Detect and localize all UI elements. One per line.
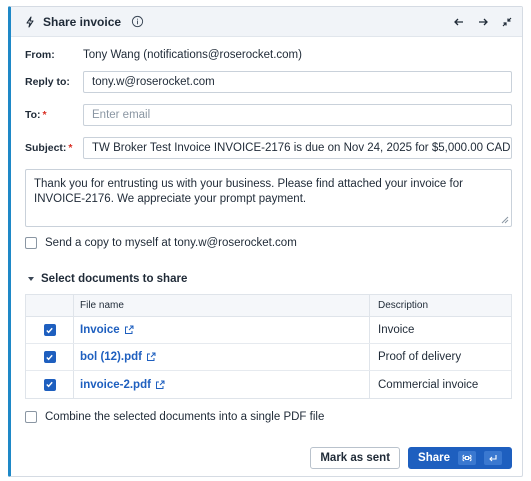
external-link-icon[interactable] <box>155 380 165 390</box>
required-marker: * <box>42 109 47 121</box>
to-row: To: * Enter email <box>25 104 512 126</box>
info-icon[interactable] <box>131 15 145 29</box>
to-email-field[interactable]: Enter email <box>83 104 512 126</box>
subject-row: Subject: * TW Broker Test Invoice INVOICE… <box>25 137 512 159</box>
reply-to-field[interactable]: tony.w@roserocket.com <box>83 71 512 93</box>
table-header: File name Description <box>26 295 511 317</box>
combine-row[interactable]: Combine the selected documents into a si… <box>25 411 324 423</box>
caret-down-icon <box>28 277 34 281</box>
table-row: invoice-2.pdf Commercial invoice <box>26 371 511 398</box>
from-value: Tony Wang (notifications@roserocket.com) <box>83 49 302 61</box>
from-row: From: Tony Wang (notifications@roserocke… <box>25 45 512 65</box>
bolt-icon <box>23 15 37 29</box>
combine-label: Combine the selected documents into a si… <box>45 411 325 423</box>
arrow-left-icon[interactable] <box>450 13 468 31</box>
documents-section-title: Select documents to share <box>41 273 188 285</box>
file-link[interactable]: bol (12).pdf <box>80 351 142 363</box>
documents-table: File name Description Invoice Invoice bo… <box>25 294 512 399</box>
panel-header: Share invoice <box>11 7 522 37</box>
resize-handle-icon[interactable] <box>501 216 509 224</box>
message-text: Thank you for entrusting us with your bu… <box>34 178 463 205</box>
mark-as-sent-button[interactable]: Mark as sent <box>310 447 401 469</box>
share-button-label: Share <box>418 452 450 464</box>
file-link[interactable]: Invoice <box>80 324 120 336</box>
column-file-name: File name <box>74 295 370 316</box>
reply-to-row: Reply to: tony.w@roserocket.com <box>25 71 512 93</box>
combine-checkbox[interactable] <box>25 411 37 423</box>
arrow-right-icon[interactable] <box>474 13 492 31</box>
subject-label: Subject: * <box>25 142 73 154</box>
file-description: Invoice <box>378 324 415 336</box>
external-link-icon[interactable] <box>124 325 134 335</box>
file-link[interactable]: invoice-2.pdf <box>80 379 151 391</box>
file-description: Commercial invoice <box>378 378 479 391</box>
enter-key-icon <box>484 451 502 465</box>
panel-title: Share invoice <box>43 14 122 29</box>
row-checkbox[interactable] <box>43 378 56 391</box>
message-textarea[interactable]: Thank you for entrusting us with your bu… <box>25 169 512 227</box>
from-label: From: <box>25 49 55 61</box>
file-description: Proof of delivery <box>378 351 462 363</box>
row-checkbox[interactable] <box>43 324 56 336</box>
share-button[interactable]: Share <box>408 447 512 469</box>
send-copy-row[interactable]: Send a copy to myself at tony.w@roserock… <box>25 237 297 249</box>
command-key-icon <box>458 451 476 465</box>
reply-to-label: Reply to: <box>25 76 70 88</box>
external-link-icon[interactable] <box>146 352 156 362</box>
send-copy-label: Send a copy to myself at tony.w@roserock… <box>45 237 297 249</box>
collapse-icon[interactable] <box>498 13 516 31</box>
required-marker: * <box>68 142 73 154</box>
send-copy-checkbox[interactable] <box>25 237 37 249</box>
subject-field[interactable]: TW Broker Test Invoice INVOICE-2176 is d… <box>83 137 512 159</box>
share-invoice-panel: Share invoice From: Tony Wang (notificat… <box>8 6 523 477</box>
documents-section-toggle[interactable]: Select documents to share <box>27 273 187 285</box>
table-row: bol (12).pdf Proof of delivery <box>26 344 511 371</box>
table-row: Invoice Invoice <box>26 317 511 344</box>
to-label: To: * <box>25 109 47 121</box>
footer-actions: Mark as sent Share <box>310 447 512 469</box>
row-checkbox[interactable] <box>43 351 56 363</box>
column-description: Description <box>378 300 429 311</box>
